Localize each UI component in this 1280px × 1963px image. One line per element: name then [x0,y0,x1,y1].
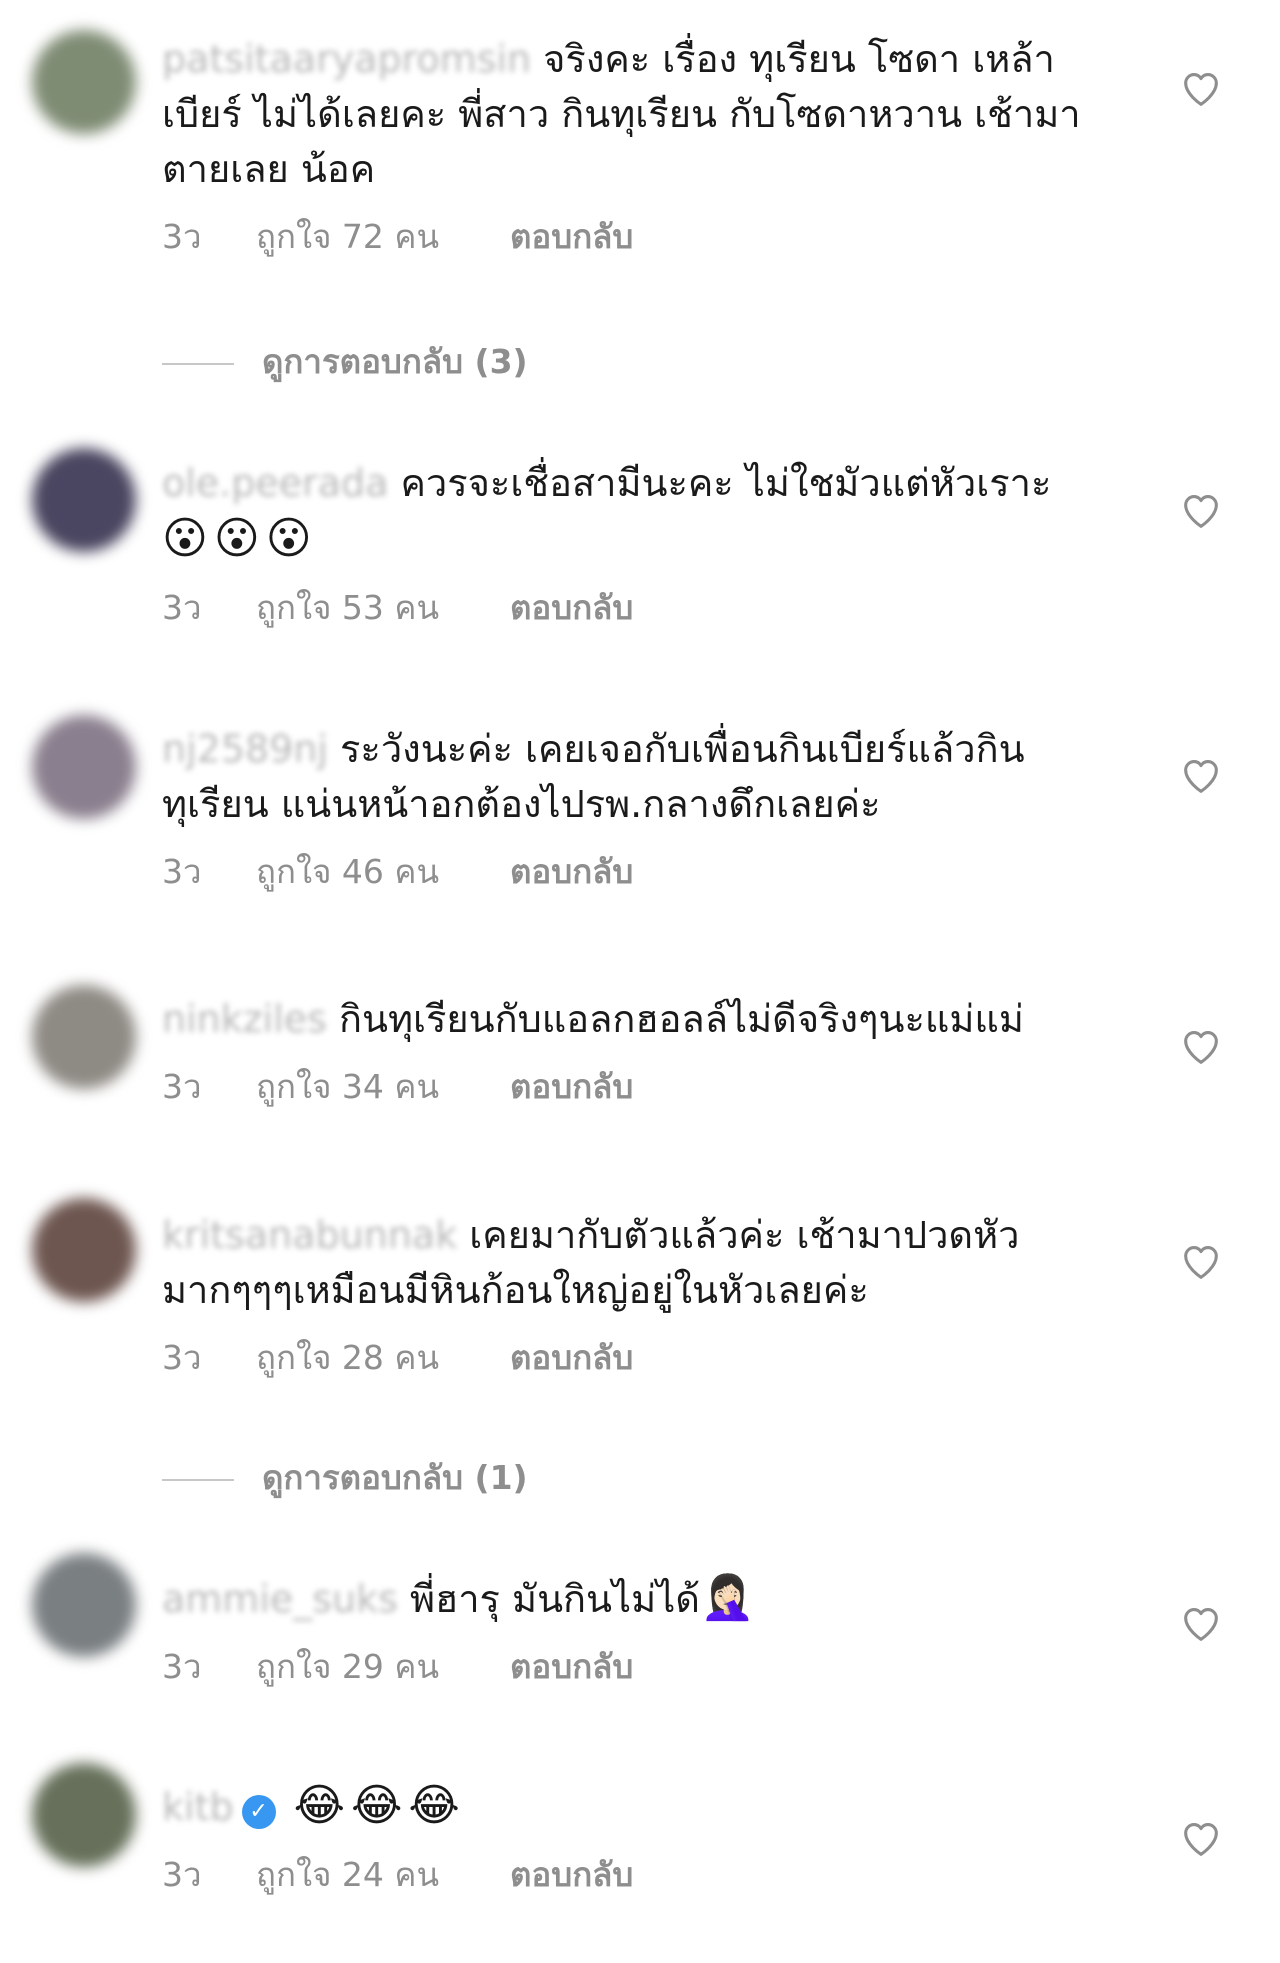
comment-likes[interactable]: ถูกใจ 34 คน [256,1067,510,1107]
avatar[interactable] [32,985,136,1089]
comment-time: 3ว [162,852,202,891]
comment-time: 3ว [162,1067,202,1106]
comment-username[interactable]: patsitaaryapromsin [162,37,531,81]
comment-meta: 3ว ถูกใจ 34 คน ตอบกลับ [162,1067,1097,1107]
comment-likes[interactable]: ถูกใจ 29 คน [256,1647,510,1687]
avatar[interactable] [32,1763,136,1867]
heart-outline-icon[interactable] [1178,65,1224,111]
comment-likes[interactable]: ถูกใจ 46 คน [256,852,510,892]
heart-outline-icon[interactable] [1178,1023,1224,1069]
comment-emoji: 😂😂😂 [293,1780,466,1831]
comment-username[interactable]: ole.peerada [162,461,388,505]
comment-time: 3ว [162,588,202,627]
comment-username[interactable]: kritsanabunnak [162,1213,457,1257]
reply-button[interactable]: ตอบกลับ [510,1855,633,1895]
comment-meta: 3ว ถูกใจ 53 คน ตอบกลับ [162,588,1097,628]
comment-meta: 3ว ถูกใจ 72 คน ตอบกลับ [162,217,1097,257]
heart-outline-icon[interactable] [1178,1815,1224,1861]
heart-outline-icon[interactable] [1178,1600,1224,1646]
reply-button[interactable]: ตอบกลับ [510,1647,633,1687]
avatar[interactable] [32,715,136,819]
comment-likes[interactable]: ถูกใจ 28 คน [256,1338,510,1378]
comment-meta: 3ว ถูกใจ 46 คน ตอบกลับ [162,852,1097,892]
divider [162,1478,234,1481]
divider [162,362,234,365]
comment-text: กินทุเรียนกับแอลกฮอลล์ไม่ดีจริงๆนะแม่แม่ [338,997,1024,1041]
comment-likes[interactable]: ถูกใจ 24 คน [256,1855,510,1895]
reply-button[interactable]: ตอบกลับ [510,1338,633,1378]
view-replies-button[interactable]: ดูการตอบกลับ (3) [162,340,528,384]
heart-outline-icon[interactable] [1178,487,1224,533]
comment-time: 3ว [162,1338,202,1377]
comment-likes[interactable]: ถูกใจ 53 คน [256,588,510,628]
reply-button[interactable]: ตอบกลับ [510,852,633,892]
comment-username[interactable]: kitb [162,1785,234,1829]
comment-meta: 3ว ถูกใจ 28 คน ตอบกลับ [162,1338,1097,1378]
comment-text: ควรจะเชื่อสามีนะคะ ไม่ใชมัวแต่หัวเราะ [400,461,1052,505]
comment-time: 3ว [162,1855,202,1894]
heart-outline-icon[interactable] [1178,1238,1224,1284]
comment-emoji: 🤦🏻‍♀️ [699,1572,761,1623]
comment-likes[interactable]: ถูกใจ 72 คน [256,217,510,257]
avatar[interactable] [32,448,136,552]
comment-username[interactable]: ninkziles [162,997,327,1041]
reply-button[interactable]: ตอบกลับ [510,1067,633,1107]
comment-time: 3ว [162,1647,202,1686]
comment-emoji: 😮😮😮 [162,513,318,564]
comment-text: พี่ฮารุ มันกินไม่ได้ [409,1577,700,1621]
avatar[interactable] [32,1198,136,1302]
avatar[interactable] [32,1553,136,1657]
comment-username[interactable]: ammie_suks [162,1577,398,1621]
reply-button[interactable]: ตอบกลับ [510,588,633,628]
heart-outline-icon[interactable] [1178,752,1224,798]
reply-button[interactable]: ตอบกลับ [510,217,633,257]
comment-meta: 3ว ถูกใจ 24 คน ตอบกลับ [162,1855,1097,1895]
view-replies-button[interactable]: ดูการตอบกลับ (1) [162,1456,528,1500]
comment-username[interactable]: nj2589nj [162,727,328,771]
comment-meta: 3ว ถูกใจ 29 คน ตอบกลับ [162,1647,1097,1687]
verified-badge-icon: ✓ [241,1795,276,1829]
avatar[interactable] [32,30,136,134]
comment-time: 3ว [162,217,202,256]
